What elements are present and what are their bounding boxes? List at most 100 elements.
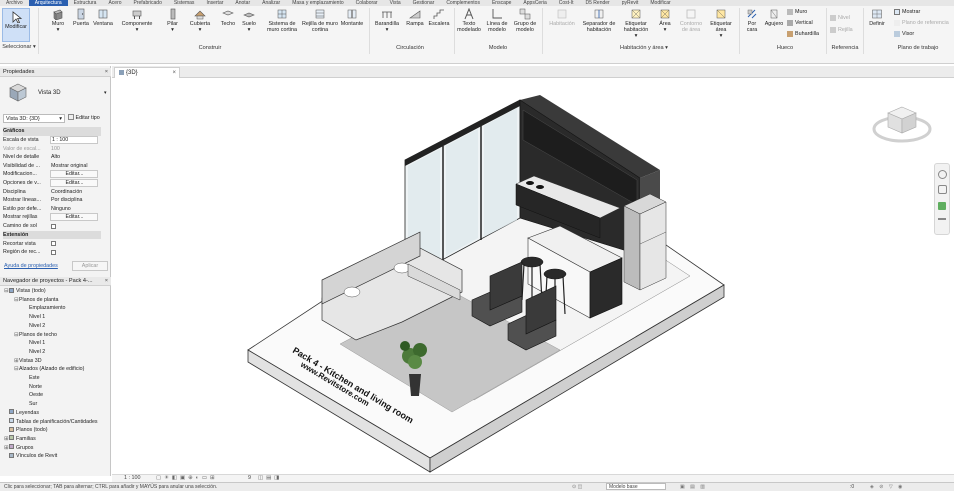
viewer-button[interactable]: Visor <box>894 30 914 39</box>
browser-item[interactable]: Nivel 1 <box>24 313 45 322</box>
close-icon[interactable]: × <box>105 68 108 77</box>
browser-item[interactable]: Norte <box>24 383 42 392</box>
property-value[interactable]: Por disciplina <box>50 196 98 205</box>
browser-item[interactable]: Vínculos de Revit <box>4 452 57 461</box>
model-text-button[interactable]: Texto modelado <box>456 6 482 33</box>
view-control-icons[interactable]: ▢☀◧▣⊕◐▭⊞ <box>156 475 218 482</box>
pan-icon[interactable] <box>938 202 946 210</box>
zoom-icon[interactable] <box>937 185 947 194</box>
checkbox[interactable] <box>51 249 56 255</box>
property-value[interactable]: Ninguno <box>50 205 98 214</box>
close-tab-icon[interactable]: × <box>172 68 176 78</box>
expand-icon[interactable] <box>938 218 946 220</box>
apply-button[interactable]: Aplicar <box>72 261 108 271</box>
curtain-grid-button[interactable]: Rejilla de muro cortina <box>302 6 338 33</box>
roof-button[interactable]: Cubierta ▾ <box>187 6 213 33</box>
set-workplane-button[interactable]: Definir <box>866 6 888 27</box>
browser-item[interactable]: Emplazamiento <box>24 304 66 313</box>
properties-help-link[interactable]: Ayuda de propiedades <box>4 263 58 269</box>
grid-button[interactable]: Rejilla <box>830 26 853 35</box>
steering-wheel-icon[interactable] <box>937 170 947 179</box>
level-button[interactable]: Nivel <box>830 14 850 23</box>
ramp-button[interactable]: Rampa <box>404 6 426 27</box>
railing-button[interactable]: Barandilla ▾ <box>373 6 401 33</box>
tag-area-button[interactable]: Etiquetar área ▾ <box>706 6 736 39</box>
floor-button[interactable]: Suelo ▾ <box>240 6 258 33</box>
browser-item[interactable]: Nivel 1 <box>24 339 45 348</box>
model-3d-scene[interactable]: Pack 4 - Kitchen and living room www.Rev… <box>112 79 954 474</box>
vertical-opening-button[interactable]: Vertical <box>787 19 813 28</box>
browser-item[interactable]: Oeste <box>24 391 43 400</box>
browser-item[interactable]: Sur <box>24 400 37 409</box>
room-button[interactable]: Habitación <box>546 6 578 27</box>
ceiling-button[interactable]: Techo <box>218 6 238 27</box>
area-button[interactable]: Área ▾ <box>655 6 675 33</box>
properties-section-header[interactable]: Extensión <box>3 230 101 240</box>
wall-opening-button[interactable]: Muro <box>787 8 807 17</box>
room-separator-button[interactable]: Separador de habitación <box>578 6 620 33</box>
model-line-button[interactable]: Línea de modelo <box>484 6 510 33</box>
tag-room-button[interactable]: Etiquetar habitación ▾ <box>620 6 652 39</box>
curtain-system-button[interactable]: Sistema de muro cortina <box>262 6 302 33</box>
door-button[interactable]: Puerta <box>71 6 91 27</box>
filter-icons[interactable]: ◈ ⊘ ▽ ◉ <box>870 483 904 491</box>
view-control-icons-2[interactable]: ◫▤◨ <box>258 475 282 482</box>
group-select[interactable]: Seleccionar ▾ <box>2 44 36 50</box>
property-name: Valor de escal... <box>3 145 41 152</box>
property-edit-button[interactable]: Editar... <box>50 170 98 179</box>
browser-item[interactable]: ⊞Vistas 3D <box>14 357 42 366</box>
modify-button[interactable]: Modificar <box>2 8 30 42</box>
browser-item[interactable]: Este <box>24 374 40 383</box>
browser-item[interactable]: Leyendas <box>4 409 39 418</box>
property-edit-button[interactable]: Editar... <box>50 179 98 187</box>
status-toggle-icons[interactable]: ▣ ▤ ▥ <box>680 483 707 491</box>
close-icon[interactable]: × <box>105 277 108 286</box>
browser-item[interactable]: Nivel 2 <box>24 348 45 357</box>
property-value[interactable]: Mostrar original <box>50 162 98 171</box>
browser-item[interactable]: ⊟Planos de techo <box>14 331 57 340</box>
shaft-button[interactable]: Agujero <box>763 6 785 27</box>
area-boundary-button[interactable]: Contorno de área <box>677 6 705 33</box>
view-scale[interactable]: 1 : 100 <box>124 475 141 482</box>
checkbox[interactable] <box>51 241 56 247</box>
browser-item[interactable]: ⊞ Familias <box>4 435 36 444</box>
browser-item[interactable]: Tablas de planificación/Cantidades <box>4 418 98 427</box>
status-icons[interactable]: ⊙ ◫ <box>572 483 582 491</box>
component-button[interactable]: Componente ▾ <box>119 6 155 33</box>
checkbox[interactable] <box>51 223 56 229</box>
model-group-button[interactable]: Grupo de modelo <box>512 6 538 33</box>
browser-item[interactable]: Planos (todo) <box>4 426 48 435</box>
window-pane <box>446 129 478 256</box>
stair-button[interactable]: Escalera <box>426 6 452 27</box>
mullion-button[interactable]: Montante <box>338 6 366 27</box>
browser-item[interactable]: ⊟ Vistas (todo) <box>4 287 46 296</box>
browser-item[interactable]: ⊟Alzados (Alzado de edificio) <box>14 365 84 374</box>
viewcube[interactable] <box>870 101 934 149</box>
property-row: Región de rec... <box>3 248 101 257</box>
browser-item[interactable]: ⊟Planos de planta <box>14 296 58 305</box>
model-selector[interactable]: Modelo base <box>606 483 666 490</box>
property-value[interactable]: Alto <box>50 153 98 162</box>
show-workplane-button[interactable]: Mostrar <box>894 8 920 17</box>
edit-type-button[interactable]: Editar tipo <box>68 114 100 123</box>
viewport-3d[interactable]: Pack 4 - Kitchen and living room www.Rev… <box>112 79 954 474</box>
instance-selector[interactable]: Vista 3D: {3D} ▾ <box>3 114 65 123</box>
property-value[interactable]: 1 : 100 <box>50 136 98 144</box>
type-dropdown-chevron-icon[interactable]: ▾ <box>104 90 107 96</box>
window-button[interactable]: Ventana <box>92 6 114 27</box>
ref-plane-button[interactable]: Plano de referencia <box>894 19 949 28</box>
browser-item[interactable]: ⊞ Grupos <box>4 444 33 453</box>
column-icon <box>170 8 175 20</box>
view-tab-3d[interactable]: {3D} × <box>114 67 180 78</box>
properties-section-header[interactable]: Gráficos <box>3 127 101 136</box>
by-face-button[interactable]: Por cara <box>742 6 762 33</box>
property-edit-button[interactable]: Editar... <box>50 213 98 222</box>
property-value[interactable]: Coordinación <box>50 188 98 197</box>
dormer-button[interactable]: Buhardilla <box>787 30 819 39</box>
column-button[interactable]: Pilar ▾ <box>164 6 181 33</box>
wall-button[interactable]: Muro ▾ <box>48 6 68 33</box>
level-icon <box>830 14 836 21</box>
browser-item[interactable]: Nivel 2 <box>24 322 45 331</box>
group-room-area[interactable]: Habitación y área ▾ <box>612 45 676 51</box>
property-checkbox-cell[interactable] <box>50 248 98 258</box>
